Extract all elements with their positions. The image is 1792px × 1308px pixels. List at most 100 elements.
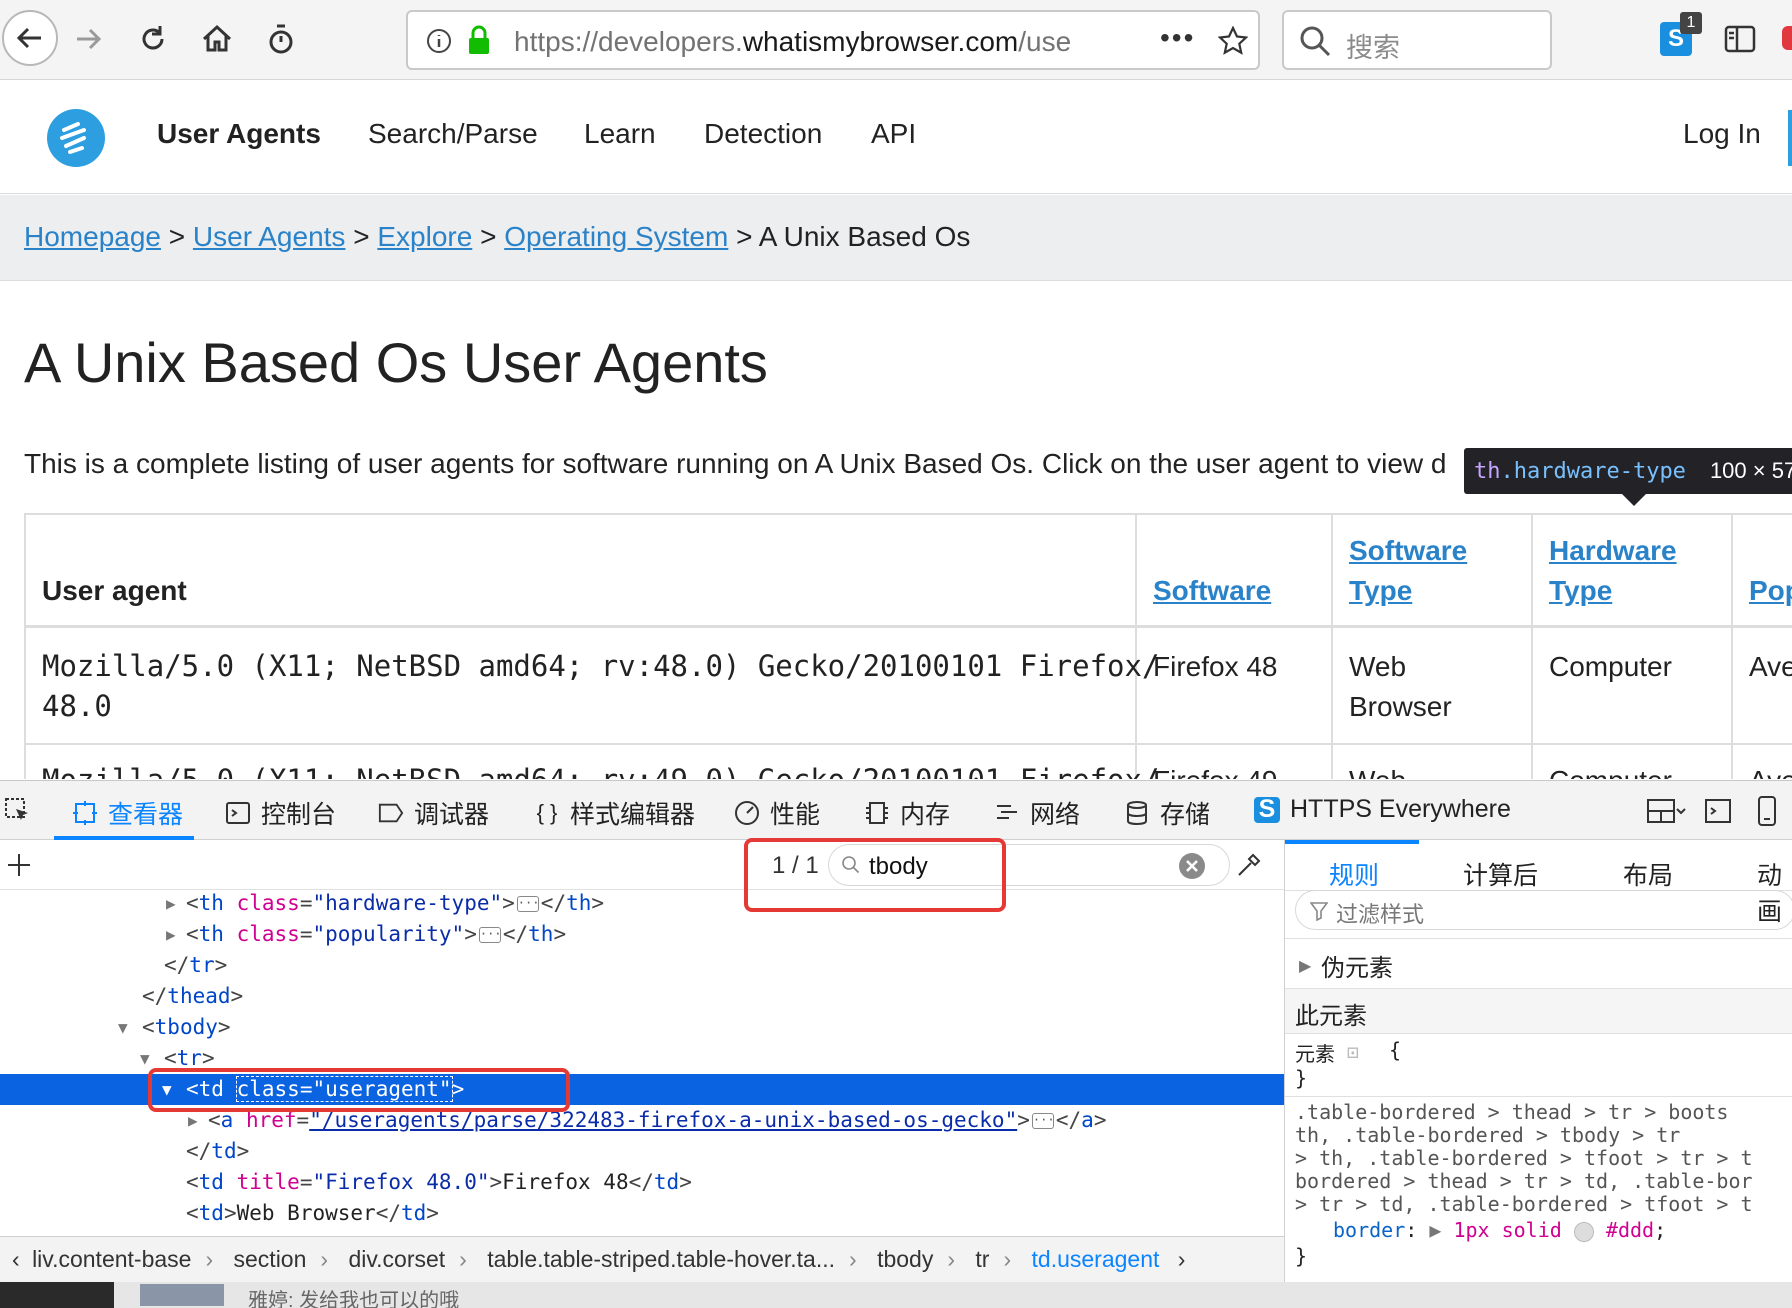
responsive-mode-icon[interactable] — [1756, 795, 1778, 827]
th-popularity[interactable]: Pop — [1749, 575, 1792, 607]
breadcrumb-home[interactable]: Homepage — [24, 221, 161, 252]
storage-icon — [1124, 800, 1150, 826]
tab-network[interactable]: 网络 — [994, 795, 1080, 831]
tooltip-size: 100 × 57.5 — [1709, 458, 1792, 483]
tab-performance[interactable]: 性能 — [734, 795, 820, 831]
home-button[interactable] — [192, 14, 242, 64]
tab-style-editor[interactable]: { } 样式编辑器 — [534, 795, 695, 831]
markup-line-close-tr[interactable]: </tr> — [0, 950, 1284, 981]
rule-selector-line[interactable]: th, .table-bordered > tbody > tr — [1295, 1123, 1680, 1147]
markup-line-th-popularity[interactable]: ▶ <th class="popularity"> ···</th> — [0, 919, 1284, 950]
collapse-twisty[interactable]: ▼ — [140, 1043, 150, 1074]
color-swatch[interactable] — [1573, 1221, 1594, 1242]
dock-layout-icon[interactable] — [1646, 797, 1686, 825]
row1-software: Firefox 48 — [1153, 651, 1278, 682]
breadcrumb-operating-system[interactable]: Operating System — [504, 221, 728, 252]
rule-declaration[interactable]: border: ▶ 1px solid #ddd; — [1333, 1218, 1666, 1242]
markup-line-close-td[interactable]: </td> — [0, 1136, 1284, 1167]
markup-line-tbody[interactable]: ▼ <tbody> — [0, 1012, 1284, 1043]
home-icon — [202, 24, 232, 52]
page-actions-icon[interactable]: ••• — [1160, 22, 1195, 54]
clear-search-icon[interactable] — [1177, 851, 1207, 881]
crumb-item[interactable]: tr — [975, 1246, 989, 1272]
tab-memory[interactable]: 内存 — [864, 795, 950, 831]
sidebar-icon[interactable] — [1724, 24, 1756, 54]
highlight-box-search — [744, 838, 1006, 912]
info-icon[interactable] — [426, 28, 452, 54]
row2-useragent-line1[interactable]: Mozilla/5.0 (X11; NetBSD amd64; rv:49.0)… — [42, 763, 1159, 779]
markup-line-th-hardware-type[interactable]: ▶ <th class="hardware-type"> ···</th> — [0, 888, 1284, 919]
tab-inspector[interactable]: 查看器 — [72, 795, 183, 831]
rule-selector-line[interactable]: .table-bordered > thead > tr > boots — [1295, 1100, 1728, 1124]
th-software-type-line1[interactable]: Software — [1349, 535, 1467, 567]
collapse-twisty[interactable]: ▼ — [118, 1012, 128, 1043]
crumb-item[interactable]: liv.content-base — [32, 1246, 191, 1272]
url-bar[interactable]: https://developers.whatismybrowser.com/u… — [406, 10, 1260, 70]
attr-value: "popularity" — [312, 922, 465, 946]
row2-popularity: Ave — [1749, 765, 1792, 779]
login-link[interactable]: Log In — [1683, 118, 1761, 150]
crumb-item[interactable]: div.corset — [348, 1246, 445, 1272]
markup-line-close-thead[interactable]: </thead> — [0, 981, 1284, 1012]
crumb-item-active[interactable]: td.useragent — [1032, 1246, 1160, 1272]
row1-software-type-line2: Browser — [1349, 691, 1452, 722]
search-bar[interactable]: 搜索 — [1282, 10, 1552, 70]
nav-learn[interactable]: Learn — [584, 118, 656, 150]
tab-computed[interactable]: 计算后 — [1463, 856, 1538, 892]
tag-name: th — [198, 922, 224, 946]
overflow-icon[interactable] — [1782, 26, 1792, 50]
devtools-tabbar: 查看器 控制台 调试器 { } 样式编辑器 性能 内存 网络 存储 S HTTP… — [0, 780, 1792, 840]
row1-useragent-line2[interactable]: 48.0 — [42, 689, 112, 723]
row1-useragent-line1[interactable]: Mozilla/5.0 (X11; NetBSD amd64; rv:48.0)… — [42, 649, 1159, 683]
node-breadcrumbs-bar: ‹ liv.content-base › section › div.corset ›… — [0, 1236, 1284, 1282]
expand-twisty[interactable]: ▶ — [1299, 956, 1311, 976]
element-rule-icon[interactable]: ⊡ — [1347, 1040, 1359, 1064]
tab-layout[interactable]: 布局 — [1623, 856, 1673, 892]
url-text[interactable]: https://developers.whatismybrowser.com/u… — [514, 26, 1094, 58]
tag-name: tr — [176, 1046, 202, 1070]
crumb-item[interactable]: section — [234, 1246, 307, 1272]
ellipsis-badge[interactable]: ··· — [1031, 1113, 1055, 1129]
add-node-icon[interactable] — [6, 852, 32, 878]
ellipsis-badge[interactable]: ··· — [516, 896, 539, 912]
th-hardware-type-line1[interactable]: Hardware — [1549, 535, 1677, 567]
pick-element-icon[interactable] — [4, 797, 32, 825]
site-logo[interactable] — [46, 108, 106, 168]
breadcrumb-user-agents[interactable]: User Agents — [193, 221, 346, 252]
th-hardware-type-line2[interactable]: Type — [1549, 575, 1612, 607]
rule-selector-line[interactable]: > th, .table-bordered > tfoot > tr > t — [1295, 1146, 1753, 1170]
url-scheme: https://developers. — [514, 26, 743, 57]
tab-debugger[interactable]: 调试器 — [378, 795, 489, 831]
tab-rules[interactable]: 规则 — [1329, 856, 1379, 892]
tab-console[interactable]: 控制台 — [225, 795, 336, 831]
chevron-left-icon[interactable]: ‹ — [12, 1246, 20, 1272]
crumb-item[interactable]: tbody — [877, 1246, 933, 1272]
breadcrumb-explore[interactable]: Explore — [377, 221, 472, 252]
chevron-right-icon[interactable]: › — [1178, 1246, 1186, 1272]
nav-search-parse[interactable]: Search/Parse — [368, 118, 538, 150]
extension-button[interactable] — [256, 14, 306, 64]
ellipsis-badge[interactable]: ··· — [478, 927, 502, 943]
nav-user-agents[interactable]: User Agents — [157, 118, 321, 150]
filter-styles-input[interactable]: 过滤样式 — [1295, 890, 1792, 930]
star-icon[interactable] — [1218, 26, 1248, 56]
expand-twisty[interactable]: ▶ — [166, 919, 176, 950]
eyedropper-icon[interactable] — [1234, 850, 1264, 880]
back-button[interactable] — [2, 10, 58, 66]
nav-detection[interactable]: Detection — [704, 118, 822, 150]
expand-twisty[interactable]: ▶ — [166, 888, 176, 919]
reload-button[interactable] — [128, 14, 178, 64]
nav-api[interactable]: API — [871, 118, 916, 150]
th-software[interactable]: Software — [1153, 575, 1271, 607]
markup-line-td-text[interactable]: <td>Web Browser</td> — [0, 1198, 1284, 1229]
th-software-type-line2[interactable]: Type — [1349, 575, 1412, 607]
tab-https-everywhere[interactable]: S HTTPS Everywhere — [1254, 795, 1511, 824]
forward-button[interactable] — [64, 14, 114, 64]
split-console-icon[interactable] — [1704, 797, 1732, 825]
tab-storage[interactable]: 存储 — [1124, 795, 1210, 831]
pseudo-elements-header[interactable]: 伪元素 — [1321, 948, 1393, 983]
markup-line-td-title[interactable]: <td title="Firefox 48.0">Firefox 48</td> — [0, 1167, 1284, 1198]
rule-selector-line[interactable]: bordered > thead > tr > td, .table-bor — [1295, 1169, 1753, 1193]
rule-selector-line[interactable]: > tr > td, .table-bordered > tfoot > t — [1295, 1192, 1753, 1216]
crumb-item[interactable]: table.table-striped.table-hover.ta... — [487, 1246, 835, 1272]
